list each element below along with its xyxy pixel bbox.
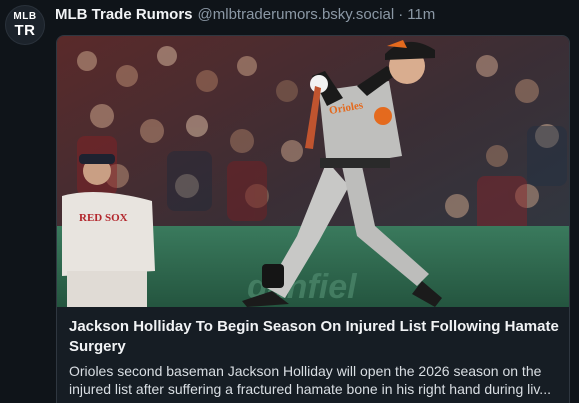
card-image[interactable]: ganfiel RED SOX Orioles bbox=[57, 36, 569, 307]
separator: · bbox=[398, 5, 404, 23]
post-timestamp[interactable]: 11m bbox=[407, 6, 435, 23]
baseball-player-photo-icon: ganfiel RED SOX Orioles bbox=[57, 36, 569, 307]
author-name[interactable]: MLB Trade Rumors bbox=[55, 6, 193, 23]
post[interactable]: MLB TR MLB Trade Rumors @mlbtraderumors.… bbox=[0, 0, 579, 403]
card-text: Jackson Holliday To Begin Season On Inju… bbox=[69, 317, 561, 398]
card-description-line-2: injured list after suffering a fractured… bbox=[69, 381, 551, 397]
author-handle[interactable]: @mlbtraderumors.bsky.social bbox=[198, 6, 395, 23]
avatar-text-top: MLB bbox=[13, 11, 37, 22]
card-description: Orioles second baseman Jackson Holliday … bbox=[69, 362, 561, 398]
avatar[interactable]: MLB TR bbox=[5, 5, 45, 45]
post-header: MLB Trade Rumors @mlbtraderumors.bsky.so… bbox=[55, 4, 435, 24]
avatar-text-bottom: TR bbox=[14, 22, 36, 39]
card-description-line-1: Orioles second baseman Jackson Holliday … bbox=[69, 363, 542, 379]
link-card[interactable]: ganfiel RED SOX Orioles Jackson Holliday… bbox=[56, 35, 570, 403]
svg-text:RED SOX: RED SOX bbox=[79, 212, 128, 224]
card-title[interactable]: Jackson Holliday To Begin Season On Inju… bbox=[69, 317, 561, 357]
